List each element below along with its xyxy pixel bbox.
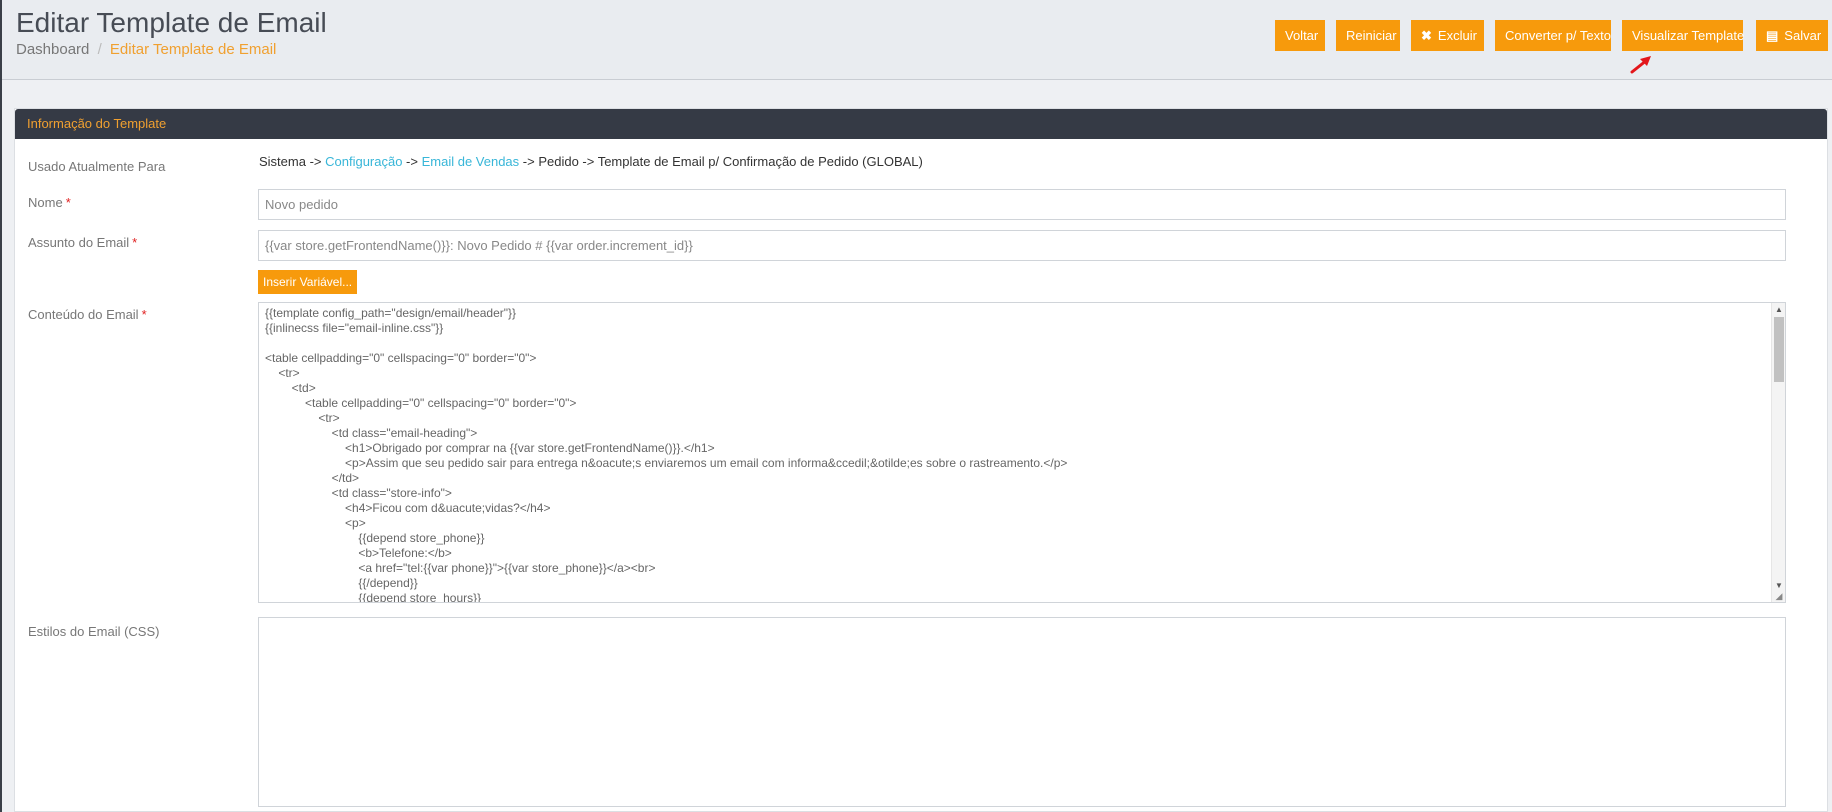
required-marker: * bbox=[132, 235, 138, 250]
subject-input[interactable]: {{var store.getFrontendName()}}: Novo Pe… bbox=[258, 230, 1786, 261]
email-content-code: {{template config_path="design/email/hea… bbox=[265, 306, 1068, 603]
left-edge-bar bbox=[0, 0, 2, 812]
save-button-label: Salvar bbox=[1784, 28, 1822, 43]
page-title: Editar Template de Email bbox=[16, 7, 327, 38]
subject-label-text: Assunto do Email bbox=[28, 235, 130, 250]
page-header: Editar Template de Email Dashboard / Edi… bbox=[2, 0, 1832, 80]
currently-used-path: Sistema -> Configuração -> Email de Vend… bbox=[259, 154, 923, 169]
panel-title: Informação do Template bbox=[15, 109, 1827, 139]
name-label: Nome * bbox=[28, 195, 71, 210]
css-styles-textarea[interactable] bbox=[258, 617, 1786, 807]
required-marker: * bbox=[65, 195, 71, 210]
floppy-disk-icon: ▤ bbox=[1766, 28, 1779, 43]
content-scrollbar[interactable]: ▲ ▼ bbox=[1771, 303, 1785, 602]
delete-button[interactable]: ✖ Excluir bbox=[1411, 20, 1484, 51]
scroll-thumb[interactable] bbox=[1774, 317, 1784, 382]
path-text-2: -> bbox=[402, 154, 422, 169]
resize-grip-icon[interactable]: ◢ bbox=[1774, 591, 1784, 601]
save-button[interactable]: ▤ Salvar bbox=[1756, 20, 1828, 51]
back-button[interactable]: Voltar bbox=[1275, 20, 1325, 51]
css-styles-label: Estilos do Email (CSS) bbox=[28, 624, 160, 639]
close-icon: ✖ bbox=[1421, 28, 1432, 43]
subject-label: Assunto do Email * bbox=[28, 235, 137, 250]
currently-used-label: Usado Atualmente Para bbox=[28, 159, 166, 174]
name-label-text: Nome bbox=[28, 195, 63, 210]
insert-variable-button[interactable]: Inserir Variável... bbox=[258, 270, 358, 294]
content-label: Conteúdo do Email * bbox=[28, 307, 147, 322]
convert-to-text-button[interactable]: Converter p/ Texto bbox=[1495, 20, 1611, 51]
breadcrumb-current: Editar Template de Email bbox=[109, 41, 277, 58]
template-info-panel: Informação do Template Usado Atualmente … bbox=[14, 108, 1828, 812]
content-label-text: Conteúdo do Email bbox=[28, 307, 139, 322]
preview-template-button[interactable]: Visualizar Template bbox=[1622, 20, 1744, 51]
path-text-3: -> Pedido -> Template de Email p/ Confir… bbox=[519, 154, 923, 169]
breadcrumb-home[interactable]: Dashboard bbox=[16, 41, 89, 58]
email-content-textarea[interactable]: {{template config_path="design/email/hea… bbox=[258, 302, 1786, 603]
red-arrow-icon bbox=[1630, 56, 1651, 74]
reset-button[interactable]: Reiniciar bbox=[1336, 20, 1400, 51]
breadcrumb: Dashboard / Editar Template de Email bbox=[16, 41, 276, 58]
path-text-1: Sistema -> bbox=[259, 154, 326, 169]
config-link[interactable]: Configuração bbox=[325, 154, 402, 169]
sales-email-link[interactable]: Email de Vendas bbox=[422, 154, 520, 169]
required-marker: * bbox=[141, 307, 147, 322]
breadcrumb-separator: / bbox=[97, 41, 102, 58]
name-input[interactable]: Novo pedido bbox=[258, 189, 1786, 220]
delete-button-label: Excluir bbox=[1437, 28, 1477, 43]
scroll-up-icon[interactable]: ▲ bbox=[1772, 304, 1785, 316]
